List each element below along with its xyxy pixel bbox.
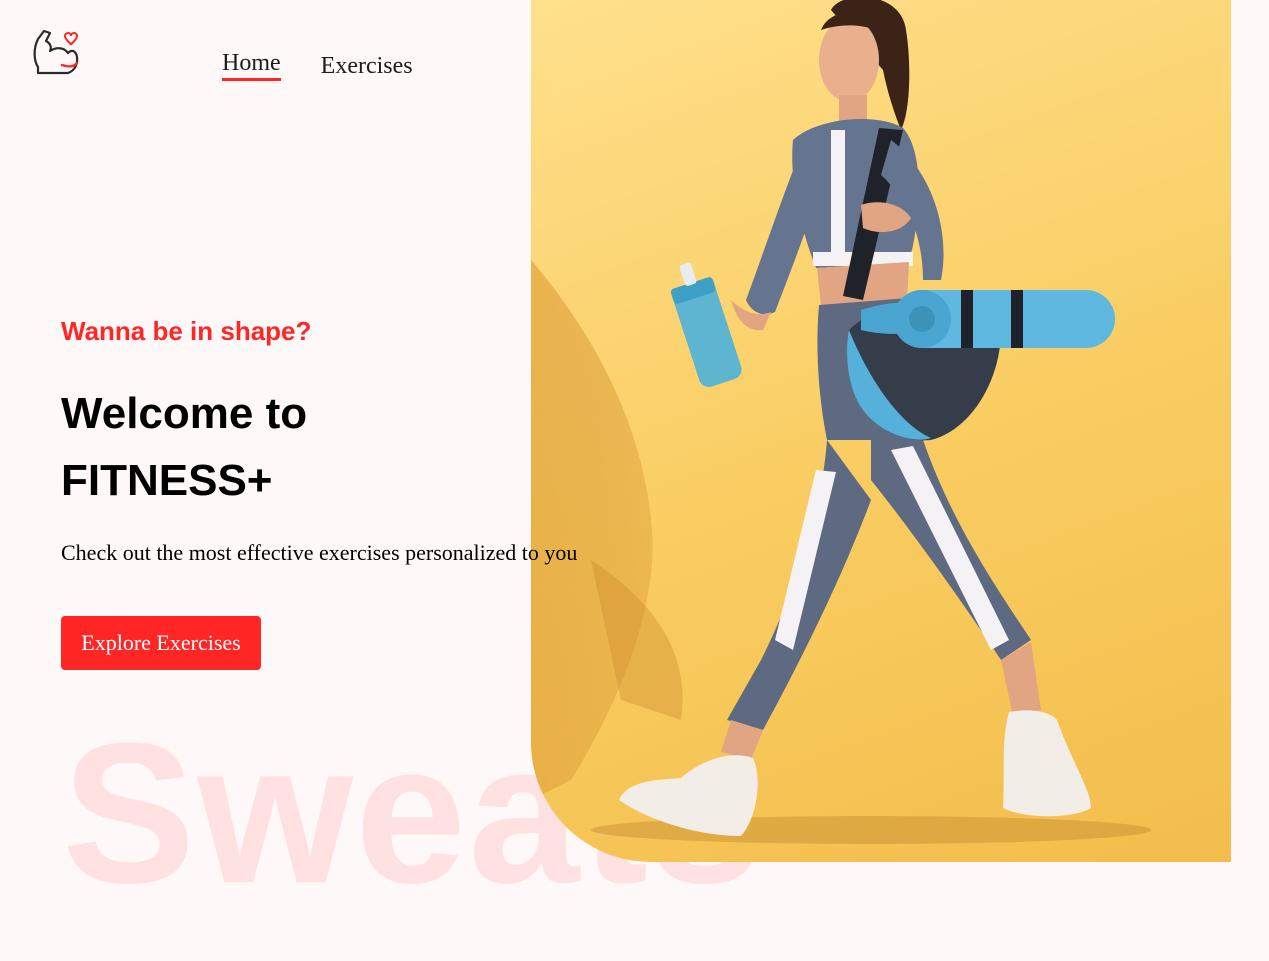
main-nav: Home Exercises <box>222 48 413 81</box>
nav-link-exercises[interactable]: Exercises <box>321 51 413 81</box>
headline-line-2: FITNESS+ <box>61 456 273 505</box>
hero-banner-image <box>531 0 1231 862</box>
logo-icon[interactable] <box>30 27 80 77</box>
woman-walking-illustration <box>531 0 1151 844</box>
hero-tagline: Wanna be in shape? <box>61 316 312 346</box>
explore-exercises-button[interactable]: Explore Exercises <box>61 616 261 670</box>
nav-link-home[interactable]: Home <box>222 48 281 81</box>
hero-headline: Welcome to FITNESS+ <box>61 380 307 514</box>
hero-subtext: Check out the most effective exercises p… <box>61 540 578 565</box>
headline-line-1: Welcome to <box>61 389 308 438</box>
